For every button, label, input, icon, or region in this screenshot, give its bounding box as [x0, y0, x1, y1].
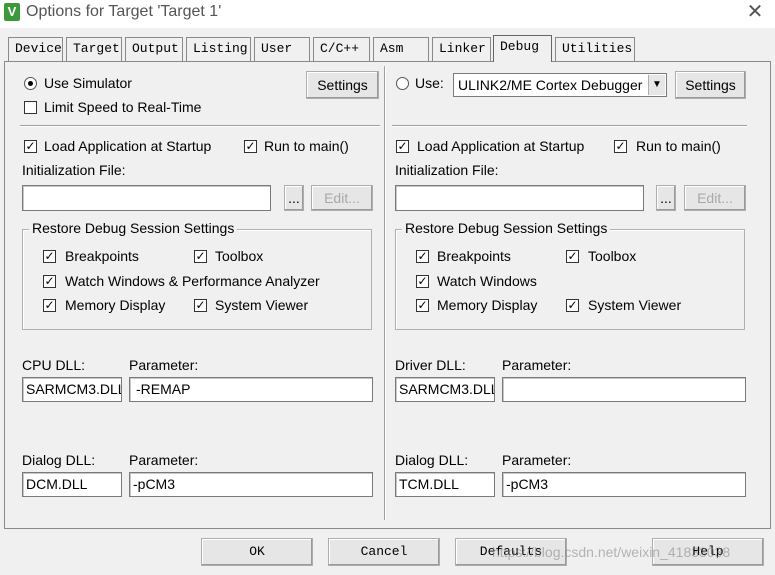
chevron-down-icon[interactable]: ▼	[648, 75, 665, 95]
left-system-viewer-label: System Viewer	[215, 297, 309, 313]
right-separator	[392, 125, 747, 127]
left-run-to-main-checkbox[interactable]: ✓	[244, 140, 257, 153]
simulator-settings-button[interactable]: Settings	[306, 71, 379, 99]
limit-speed-checkbox[interactable]	[24, 101, 37, 114]
use-simulator-label: Use Simulator	[44, 75, 132, 91]
right-dialog-parameter-label: Parameter:	[502, 452, 572, 468]
close-icon[interactable]: ✕	[745, 2, 765, 22]
debugger-select-value: ULINK2/ME Cortex Debugger	[458, 77, 643, 93]
left-watch-checkbox[interactable]: ✓	[43, 275, 56, 288]
tab-listing[interactable]: Listing	[186, 37, 251, 61]
right-browse-button[interactable]: ...	[656, 185, 676, 211]
driver-parameter-input[interactable]	[502, 377, 746, 402]
left-breakpoints-checkbox[interactable]: ✓	[43, 250, 56, 263]
tab-linker[interactable]: Linker	[432, 37, 491, 61]
left-dialog-parameter-input[interactable]: -pCM3	[129, 472, 373, 497]
left-breakpoints-label: Breakpoints	[65, 248, 139, 264]
debugger-settings-button[interactable]: Settings	[675, 71, 746, 99]
cpu-parameter-input[interactable]: -REMAP	[129, 377, 373, 402]
driver-dll-label: Driver DLL:	[395, 357, 466, 373]
tab-device[interactable]: Device	[8, 37, 63, 61]
tab-user[interactable]: User	[254, 37, 310, 61]
left-toolbox-checkbox[interactable]: ✓	[194, 250, 207, 263]
tab-c-cpp[interactable]: C/C++	[313, 37, 370, 61]
driver-dll-input[interactable]: SARMCM3.DLL	[395, 377, 495, 402]
left-browse-button[interactable]: ...	[284, 185, 304, 211]
right-dialog-parameter-input[interactable]: -pCM3	[502, 472, 746, 497]
right-memory-label: Memory Display	[437, 297, 538, 313]
right-load-app-checkbox[interactable]: ✓	[396, 140, 409, 153]
left-edit-button[interactable]: Edit...	[311, 185, 373, 211]
left-load-app-checkbox[interactable]: ✓	[24, 140, 37, 153]
driver-parameter-label: Parameter:	[502, 357, 572, 373]
left-memory-label: Memory Display	[65, 297, 166, 313]
cpu-dll-input[interactable]: SARMCM3.DLL	[22, 377, 122, 402]
use-debugger-radio[interactable]	[396, 77, 409, 90]
cancel-button[interactable]: Cancel	[328, 538, 440, 566]
left-restore-group-title: Restore Debug Session Settings	[29, 220, 238, 236]
right-run-to-main-label: Run to main()	[636, 138, 721, 154]
right-breakpoints-checkbox[interactable]: ✓	[416, 250, 429, 263]
left-toolbox-label: Toolbox	[215, 248, 264, 264]
right-dialog-dll-label: Dialog DLL:	[395, 452, 469, 468]
limit-speed-label: Limit Speed to Real-Time	[44, 99, 202, 115]
app-logo-icon: V	[4, 3, 20, 21]
tab-target[interactable]: Target	[66, 37, 122, 61]
right-memory-checkbox[interactable]: ✓	[416, 299, 429, 312]
ok-button[interactable]: OK	[201, 538, 313, 566]
left-init-file-label: Initialization File:	[22, 162, 126, 178]
left-separator	[20, 125, 380, 127]
left-dialog-parameter-label: Parameter:	[129, 452, 199, 468]
tab-utilities[interactable]: Utilities	[555, 37, 635, 61]
right-toolbox-checkbox[interactable]: ✓	[566, 250, 579, 263]
right-dialog-dll-input[interactable]: TCM.DLL	[395, 472, 495, 497]
cpu-dll-label: CPU DLL:	[22, 357, 86, 373]
use-simulator-radio[interactable]	[24, 77, 37, 90]
tab-debug[interactable]: Debug	[493, 35, 552, 62]
watermark: https://blog.csdn.net/weixin_41833038	[492, 544, 731, 560]
right-system-viewer-label: System Viewer	[588, 297, 682, 313]
use-debugger-label: Use:	[415, 75, 444, 91]
right-run-to-main-checkbox[interactable]: ✓	[614, 140, 627, 153]
tab-output[interactable]: Output	[125, 37, 183, 61]
left-run-to-main-label: Run to main()	[264, 138, 349, 154]
debugger-select[interactable]: ULINK2/ME Cortex Debugger ▼	[453, 73, 667, 97]
right-watch-checkbox[interactable]: ✓	[416, 275, 429, 288]
right-load-app-label: Load Application at Startup	[417, 138, 585, 154]
vertical-separator	[384, 66, 386, 520]
left-load-app-label: Load Application at Startup	[44, 138, 212, 154]
left-watch-label: Watch Windows & Performance Analyzer	[65, 273, 320, 289]
right-toolbox-label: Toolbox	[588, 248, 637, 264]
left-dialog-dll-label: Dialog DLL:	[22, 452, 96, 468]
tab-asm[interactable]: Asm	[373, 37, 429, 61]
window-title: Options for Target 'Target 1'	[26, 3, 222, 20]
right-edit-button[interactable]: Edit...	[684, 185, 746, 211]
left-system-viewer-checkbox[interactable]: ✓	[194, 299, 207, 312]
right-breakpoints-label: Breakpoints	[437, 248, 511, 264]
left-init-file-input[interactable]	[22, 185, 271, 211]
cpu-parameter-label: Parameter:	[129, 357, 199, 373]
right-restore-group-title: Restore Debug Session Settings	[402, 220, 611, 236]
right-watch-label: Watch Windows	[437, 273, 537, 289]
left-memory-checkbox[interactable]: ✓	[43, 299, 56, 312]
right-init-file-input[interactable]	[395, 185, 644, 211]
right-init-file-label: Initialization File:	[395, 162, 499, 178]
left-dialog-dll-input[interactable]: DCM.DLL	[22, 472, 122, 497]
right-system-viewer-checkbox[interactable]: ✓	[566, 299, 579, 312]
